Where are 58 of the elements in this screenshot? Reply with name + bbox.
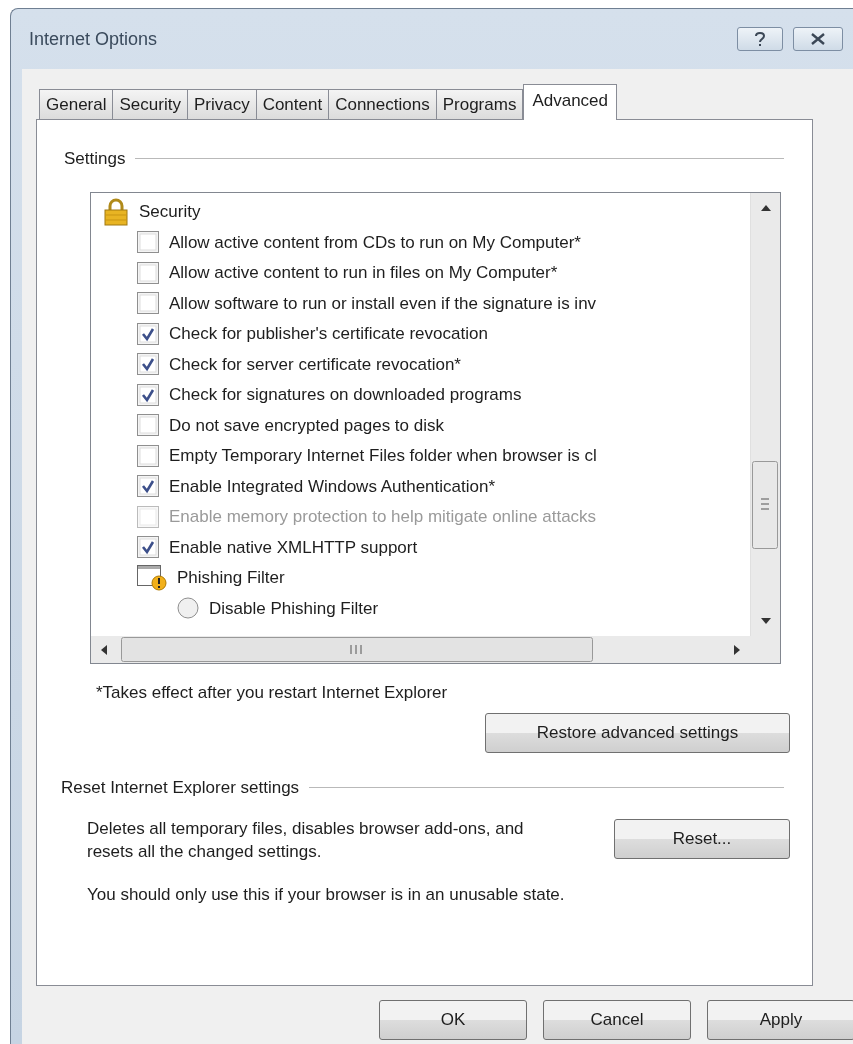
close-icon (810, 33, 826, 45)
option-label: Disable Phishing Filter (209, 597, 379, 620)
restore-button[interactable]: Restore advanced settings (485, 713, 790, 753)
settings-list[interactable] (90, 191, 781, 664)
option-label: Do not save encrypted pages to disk (169, 414, 444, 437)
scroll-thumb[interactable] (121, 636, 593, 662)
option-label: Enable memory protection to help mitigate online attacks (169, 506, 597, 528)
checkbox[interactable] (137, 353, 159, 376)
tab[interactable]: Security (112, 88, 188, 119)
scroll-up-icon[interactable] (761, 204, 771, 211)
group-label: Reset Internet Explorer settings (61, 777, 300, 799)
reset-button[interactable]: Reset... (614, 818, 790, 859)
help-button[interactable] (737, 27, 783, 51)
dialog-button[interactable]: Apply (707, 1000, 853, 1040)
checkbox[interactable] (137, 414, 159, 437)
scroll-right-icon[interactable] (734, 644, 740, 655)
tab[interactable]: Connections (328, 88, 437, 119)
checkbox[interactable] (137, 444, 159, 467)
close-button[interactable] (793, 27, 843, 51)
tab[interactable]: Programs (435, 88, 524, 119)
checkbox[interactable] (137, 261, 159, 284)
checkbox[interactable] (137, 536, 159, 559)
option-label: Allow active content to run in files on My Computer* (169, 262, 558, 284)
window-warning-icon (137, 563, 167, 592)
window-title: Internet Options (29, 27, 159, 51)
checkbox[interactable] (137, 231, 159, 254)
warning-text: You should only use this if your browser is in an unusable state. (87, 884, 566, 907)
option-label: Allow software to run or install even if the signature is inv (169, 292, 597, 315)
horizontal-scrollbar[interactable] (91, 635, 780, 663)
checkbox[interactable] (137, 292, 159, 315)
scroll-down-icon[interactable] (761, 617, 771, 624)
group-label: Settings (64, 148, 126, 170)
tab[interactable]: Advanced (523, 83, 617, 120)
option-label: Allow active content from CDs to run on My Computer* (169, 231, 581, 254)
vertical-scrollbar[interactable] (750, 192, 780, 636)
help-icon (754, 31, 766, 47)
option-label: Enable Integrated Windows Authentication* (169, 475, 496, 498)
option-label: Check for server certificate revocation* (169, 353, 461, 376)
checkbox[interactable] (137, 383, 159, 406)
checkbox[interactable] (137, 475, 159, 498)
dialog-button[interactable]: Cancel (543, 1000, 691, 1040)
category-label: Security (139, 201, 201, 223)
lock-icon (103, 197, 129, 226)
footnote-text: *Takes effect after you restart Internet Explorer (96, 681, 449, 704)
checkbox[interactable] (137, 322, 159, 345)
tab[interactable]: General (39, 88, 114, 119)
option-label: Enable native XMLHTTP support (169, 536, 418, 559)
description-text: Deletes all temporary files, disables browser add-ons, and resets all the changed settings. (87, 817, 525, 864)
option-label: Empty Temporary Internet Files folder when browser is cl (169, 445, 597, 467)
scroll-left-icon[interactable] (101, 644, 107, 655)
tab[interactable]: Content (255, 88, 330, 119)
scroll-thumb[interactable] (752, 460, 778, 549)
option-label: Check for signatures on downloaded programs (169, 384, 522, 406)
tab[interactable]: Privacy (186, 88, 257, 119)
dialog-button[interactable]: OK (379, 1000, 527, 1040)
option-label: Check for publisher's certificate revocation (169, 323, 488, 345)
category-label: Phishing Filter (177, 567, 285, 589)
radio-button[interactable] (177, 597, 199, 620)
